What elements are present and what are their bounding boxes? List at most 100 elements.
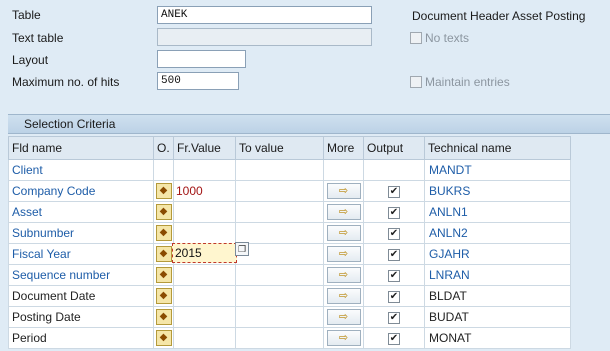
selection-option-icon[interactable]: ◆: [155, 288, 172, 304]
more-cell: ⇨: [323, 264, 364, 286]
technical-name: BUDAT: [424, 306, 571, 328]
more-cell: ⇨: [323, 243, 364, 265]
value-help-icon[interactable]: ❐: [235, 242, 249, 256]
table-row: Fiscal Year ◆ 2015 ⇨ ✔ GJAHR: [8, 243, 571, 265]
max-hits-input[interactable]: 500: [157, 72, 239, 90]
to-value-input[interactable]: [235, 201, 324, 223]
multiple-selection-button[interactable]: ⇨: [326, 309, 361, 325]
operator-cell: ◆: [153, 222, 174, 244]
field-name: Subnumber: [8, 222, 154, 244]
from-value-text: [174, 289, 176, 303]
output-checkbox[interactable]: ✔: [388, 311, 400, 324]
from-value-input[interactable]: 1000: [173, 180, 236, 202]
technical-name: MANDT: [424, 159, 571, 181]
more-cell: ⇨: [323, 201, 364, 223]
operator-cell: ◆: [153, 180, 174, 202]
to-value-input[interactable]: [235, 306, 324, 328]
col-fld-name[interactable]: Fld name: [8, 136, 154, 160]
multiple-selection-button[interactable]: ⇨: [326, 225, 361, 241]
from-value-text: [174, 163, 176, 177]
technical-name: ANLN2: [424, 222, 571, 244]
selection-option-icon[interactable]: ◆: [155, 246, 172, 262]
operator-cell: [153, 159, 174, 181]
no-texts-checkbox: [410, 32, 422, 44]
output-cell: ✔: [363, 264, 425, 286]
more-cell: [323, 159, 364, 181]
output-checkbox[interactable]: ✔: [388, 206, 400, 219]
multiple-selection-button[interactable]: ⇨: [326, 288, 361, 304]
to-value-input[interactable]: [235, 222, 324, 244]
from-value-input[interactable]: [173, 306, 236, 328]
selection-option-icon[interactable]: ◆: [155, 183, 172, 199]
to-value-input[interactable]: [235, 285, 324, 307]
maintain-entries-checkbox: [410, 76, 422, 88]
more-cell: ⇨: [323, 327, 364, 349]
more-cell: ⇨: [323, 306, 364, 328]
from-value-text: 1000: [176, 184, 203, 198]
from-value-input[interactable]: [173, 264, 236, 286]
selection-option-icon[interactable]: ◆: [155, 225, 172, 241]
selection-option-icon[interactable]: ◆: [155, 309, 172, 325]
output-cell: ✔: [363, 201, 425, 223]
col-to-value[interactable]: To value: [235, 136, 324, 160]
operator-cell: ◆: [153, 264, 174, 286]
from-value-input[interactable]: 2015: [172, 243, 237, 265]
technical-name: MONAT: [424, 327, 571, 349]
from-value-input[interactable]: [173, 327, 236, 349]
table-row: Document Date ◆ ⇨ ✔ BLDAT: [8, 285, 571, 307]
col-technical-name[interactable]: Technical name: [424, 136, 571, 160]
multiple-selection-button[interactable]: ⇨: [326, 330, 361, 346]
table-input[interactable]: ANEK: [157, 6, 372, 24]
field-name: Sequence number: [8, 264, 154, 286]
selection-criteria-header: Selection Criteria: [8, 114, 610, 134]
selection-option-icon[interactable]: ◆: [155, 204, 172, 220]
from-value-input[interactable]: [173, 159, 236, 181]
multiple-selection-button[interactable]: ⇨: [326, 246, 361, 262]
layout-label: Layout: [12, 53, 49, 67]
max-hits-label: Maximum no. of hits: [12, 75, 120, 89]
multiple-selection-button[interactable]: ⇨: [326, 204, 361, 220]
multiple-selection-button[interactable]: ⇨: [326, 267, 361, 283]
output-checkbox[interactable]: ✔: [388, 290, 400, 303]
technical-name: BUKRS: [424, 180, 571, 202]
from-value-input[interactable]: [173, 201, 236, 223]
field-name: Company Code: [8, 180, 154, 202]
selection-criteria-table: Fld name O. Fr.Value To value More Outpu…: [8, 136, 571, 349]
output-checkbox[interactable]: ✔: [388, 332, 400, 345]
field-name: Posting Date: [8, 306, 154, 328]
output-cell: ✔: [363, 243, 425, 265]
output-checkbox[interactable]: ✔: [388, 248, 400, 261]
from-value-text: 2015: [175, 246, 202, 260]
selection-option-icon[interactable]: ◆: [155, 330, 172, 346]
output-checkbox[interactable]: ✔: [388, 227, 400, 240]
from-value-input[interactable]: [173, 285, 236, 307]
layout-input[interactable]: [157, 50, 246, 68]
table-row: Posting Date ◆ ⇨ ✔ BUDAT: [8, 306, 571, 328]
to-value-input[interactable]: [235, 327, 324, 349]
to-value-input[interactable]: [235, 159, 324, 181]
table-row: Asset ◆ ⇨ ✔ ANLN1: [8, 201, 571, 223]
table-description: Document Header Asset Posting: [412, 9, 586, 23]
selection-option-icon[interactable]: ◆: [155, 267, 172, 283]
field-name: Document Date: [8, 285, 154, 307]
output-cell: ✔: [363, 180, 425, 202]
table-row: Client MANDT: [8, 159, 571, 181]
technical-name: ANLN1: [424, 201, 571, 223]
field-name: Fiscal Year: [8, 243, 154, 265]
output-checkbox[interactable]: ✔: [388, 185, 400, 198]
from-value-text: [174, 268, 176, 282]
maintain-entries-label: Maintain entries: [425, 75, 510, 89]
multiple-selection-button[interactable]: ⇨: [326, 183, 361, 199]
col-more[interactable]: More: [323, 136, 364, 160]
output-cell: [363, 159, 425, 181]
to-value-input[interactable]: [235, 264, 324, 286]
operator-cell: ◆: [153, 327, 174, 349]
table-row: Company Code ◆ 1000 ⇨ ✔ BUKRS: [8, 180, 571, 202]
to-value-input[interactable]: [235, 180, 324, 202]
col-output[interactable]: Output: [363, 136, 425, 160]
from-value-input[interactable]: [173, 222, 236, 244]
col-fr-value[interactable]: Fr.Value: [173, 136, 236, 160]
table-row: Sequence number ◆ ⇨ ✔ LNRAN: [8, 264, 571, 286]
output-checkbox[interactable]: ✔: [388, 269, 400, 282]
col-operator[interactable]: O.: [153, 136, 174, 160]
